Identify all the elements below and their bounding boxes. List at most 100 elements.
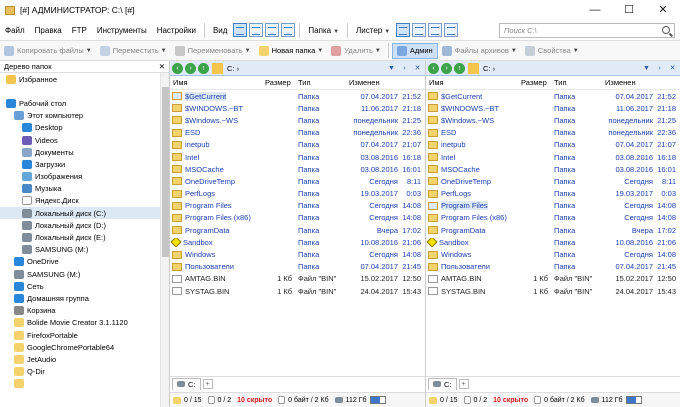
file-row[interactable]: $Windows.~WS Папка понедельник 21:25 — [426, 114, 680, 126]
close-button[interactable]: ✕ — [646, 0, 680, 20]
tree-item[interactable]: Корзина — [0, 305, 169, 317]
tree-item[interactable]: SAMSUNG (M:) — [0, 244, 169, 256]
dual-horizontal-icon[interactable] — [396, 23, 411, 37]
file-row[interactable]: Windows Папка Сегодня 14:08 — [426, 248, 680, 260]
minimize-button[interactable]: — — [578, 0, 612, 20]
file-row[interactable]: MSOCache Папка 03.08.2016 16:01 — [170, 163, 425, 175]
file-row[interactable]: AMTAG.BIN 1 Кб Файл "BIN" 15.02.2017 12:50 — [426, 273, 680, 285]
close-icon[interactable]: ✕ — [412, 63, 423, 74]
file-row[interactable]: PerfLogs Папка 19.03.2017 0:03 — [426, 188, 680, 200]
move-button[interactable]: Переместить ▼ — [96, 43, 171, 59]
path-field[interactable]: C: › — [483, 64, 641, 73]
close-icon[interactable]: ✕ — [667, 63, 678, 74]
tree-item[interactable]: Музыка — [0, 183, 169, 195]
column-name[interactable]: Имя — [426, 78, 518, 87]
tree-item[interactable] — [0, 85, 169, 97]
tree-item[interactable]: FirefoxPortable — [0, 329, 169, 341]
folder-menu[interactable]: Папка ▼ — [303, 26, 344, 35]
file-row[interactable]: $WINDOWS.~BT Папка 11.06.2017 21:18 — [170, 102, 425, 114]
tree-toggle-icon[interactable] — [428, 23, 443, 37]
tab-c-drive[interactable]: C: — [172, 377, 201, 390]
tree-item[interactable]: Q-Dir — [0, 366, 169, 378]
file-row[interactable]: Sandbox Папка 10.08.2016 21:06 — [426, 236, 680, 248]
file-row[interactable]: $GetCurrent Папка 07.04.2017 21:52 — [170, 90, 425, 102]
tree-item[interactable]: SAMSUNG (M:) — [0, 268, 169, 280]
dual-vertical-icon[interactable] — [412, 23, 427, 37]
path-field[interactable]: C: › — [227, 64, 386, 73]
file-row[interactable]: SYSTAG.BIN 1 Кб Файл "BIN" 24.04.2017 15:43 — [426, 285, 680, 297]
tab-c-drive[interactable]: C: — [428, 377, 457, 390]
tree-item[interactable]: Локальный диск (D:) — [0, 219, 169, 231]
chevron-down-icon[interactable]: ▼ — [386, 63, 397, 74]
file-row[interactable]: ESD Папка понедельник 22:36 — [170, 127, 425, 139]
star-icon[interactable] — [468, 62, 479, 74]
star-icon[interactable] — [212, 62, 223, 74]
file-row[interactable]: Sandbox Папка 10.08.2016 21:06 — [170, 236, 425, 248]
layout-three-icon[interactable] — [265, 23, 280, 37]
column-size[interactable]: Размер — [262, 78, 295, 87]
copy-files-button[interactable]: Копировать файлы ▼ — [0, 43, 96, 59]
file-row[interactable]: Program Files Папка Сегодня 14:08 — [170, 200, 425, 212]
file-row[interactable]: Пользователи Папка 07.04.2017 21:45 — [170, 261, 425, 273]
forward-icon[interactable]: › — [185, 62, 196, 74]
tree-item[interactable]: Локальный диск (C:) — [0, 207, 169, 220]
search-input[interactable]: Поиск C:\ — [499, 22, 675, 38]
tree-item[interactable]: Bolide Movie Creator 3.1.1120 — [0, 317, 169, 329]
file-row[interactable]: PerfLogs Папка 19.03.2017 0:03 — [170, 188, 425, 200]
search-icon[interactable] — [662, 25, 670, 34]
tree-item[interactable]: Документы — [0, 146, 169, 158]
column-size[interactable]: Размер — [518, 78, 551, 87]
menu-tools[interactable]: Инструменты — [92, 26, 152, 35]
layout-two-icon[interactable] — [249, 23, 264, 37]
file-row[interactable]: ESD Папка понедельник 22:36 — [426, 127, 680, 139]
tree-scrollbar[interactable] — [160, 73, 169, 407]
new-tab-button[interactable]: + — [202, 378, 213, 389]
tree-item[interactable]: Desktop — [0, 122, 169, 134]
tree-item[interactable]: Избранное — [0, 73, 169, 85]
menu-ftp[interactable]: FTP — [67, 26, 92, 35]
file-row[interactable]: MSOCache Папка 03.08.2016 16:01 — [426, 163, 680, 175]
tree-item[interactable]: Домашняя группа — [0, 292, 169, 304]
new-tab-button[interactable]: + — [458, 378, 469, 389]
file-row[interactable]: Intel Папка 03.08.2016 16:18 — [170, 151, 425, 163]
chevron-right-icon[interactable]: › — [399, 63, 410, 74]
file-row[interactable]: $WINDOWS.~BT Папка 11.06.2017 21:18 — [426, 102, 680, 114]
view-menu[interactable]: Вид — [208, 26, 232, 35]
tree-item[interactable]: GoogleChromePortable64 — [0, 341, 169, 353]
tree-item[interactable]: Яндекс.Диск — [0, 195, 169, 207]
admin-button[interactable]: Админ — [391, 42, 438, 59]
tree-item[interactable]: Изображения — [0, 171, 169, 183]
delete-button[interactable]: Удалить ▼ — [327, 43, 385, 59]
file-row[interactable]: $GetCurrent Папка 07.04.2017 21:52 — [426, 90, 680, 102]
maximize-button[interactable]: ☐ — [612, 0, 646, 20]
file-row[interactable]: AMTAG.BIN 1 Кб Файл "BIN" 15.02.2017 12:50 — [170, 273, 425, 285]
file-row[interactable]: Program Files (x86) Папка Сегодня 14:08 — [426, 212, 680, 224]
status-hidden[interactable]: 10 скрыто — [490, 397, 531, 404]
file-row[interactable]: $Windows.~WS Папка понедельник 21:25 — [170, 114, 425, 126]
file-row[interactable]: Intel Папка 03.08.2016 16:18 — [426, 151, 680, 163]
column-name[interactable]: Имя — [170, 78, 262, 87]
layout-one-icon[interactable] — [233, 23, 248, 37]
file-row[interactable]: Пользователи Папка 07.04.2017 21:45 — [426, 261, 680, 273]
file-row[interactable]: inetpub Папка 07.04.2017 21:07 — [426, 139, 680, 151]
file-row[interactable]: OneDriveTemp Папка Сегодня 8:11 — [426, 175, 680, 187]
up-icon[interactable]: ↑ — [454, 62, 465, 74]
menu-edit[interactable]: Правка — [30, 26, 67, 35]
file-row[interactable]: ProgramData Папка Вчера 17:02 — [426, 224, 680, 236]
file-row[interactable]: Windows Папка Сегодня 14:08 — [170, 248, 425, 260]
rename-button[interactable]: Переименовать ▼ — [171, 43, 255, 59]
chevron-down-icon[interactable]: ▼ — [641, 63, 652, 74]
column-type[interactable]: Тип — [551, 78, 602, 87]
tree-item[interactable]: JetAudio — [0, 353, 169, 365]
tree-item[interactable]: Локальный диск (E:) — [0, 231, 169, 243]
properties-button[interactable]: Свойства ▼ — [521, 43, 583, 59]
tree-item[interactable] — [0, 378, 169, 390]
column-modified[interactable]: Изменен — [346, 78, 424, 87]
forward-icon[interactable]: › — [441, 62, 452, 74]
file-row[interactable]: Program Files (x86) Папка Сегодня 14:08 — [170, 212, 425, 224]
close-icon[interactable]: ✕ — [159, 62, 165, 71]
status-hidden[interactable]: 10 скрыто — [234, 397, 275, 404]
archives-button[interactable]: Файлы архивов ▼ — [438, 43, 521, 59]
chevron-right-icon[interactable]: › — [654, 63, 665, 74]
menu-file[interactable]: Файл — [0, 26, 30, 35]
